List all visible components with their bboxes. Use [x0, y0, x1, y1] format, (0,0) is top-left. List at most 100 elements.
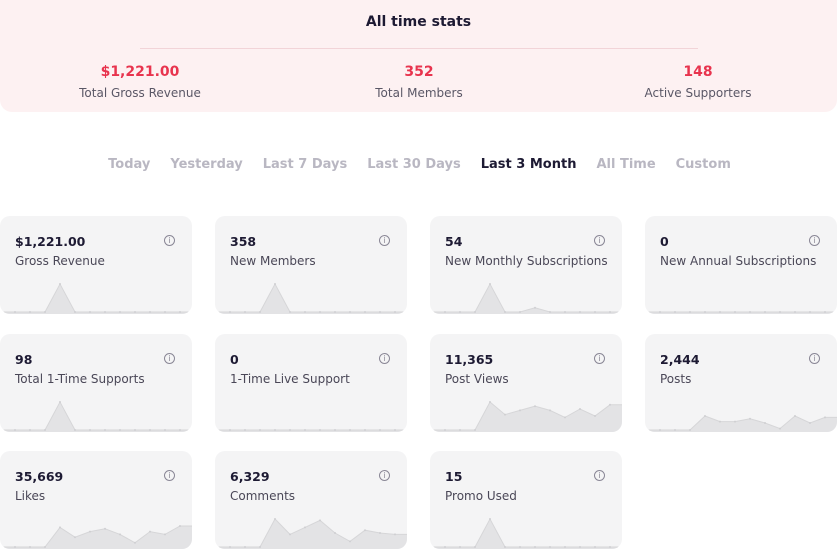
- sparkline-point: [349, 311, 351, 313]
- sparkline-point: [704, 415, 706, 417]
- info-icon[interactable]: i: [164, 235, 175, 246]
- card-value: 98: [15, 352, 33, 367]
- sparkline-point: [44, 311, 46, 313]
- sparkline-point: [734, 420, 736, 423]
- card-value: $1,221.00: [15, 234, 86, 249]
- card-value: 15: [445, 469, 463, 484]
- sparkline-point: [149, 311, 151, 313]
- sparkline-point: [809, 422, 811, 424]
- sparkline-line: [430, 517, 622, 548]
- info-icon[interactable]: i: [379, 470, 390, 481]
- sparkline-point: [609, 546, 611, 548]
- filter-all-time[interactable]: All Time: [586, 157, 665, 172]
- sparkline-point: [44, 546, 46, 548]
- card-value: 2,444: [660, 352, 700, 367]
- card-label: Total 1-Time Supports: [15, 372, 145, 386]
- info-icon[interactable]: i: [164, 353, 175, 364]
- sparkline-chart: [215, 429, 407, 432]
- info-icon[interactable]: i: [809, 353, 820, 364]
- sparkline-point: [229, 311, 231, 313]
- sparkline-point: [549, 546, 551, 548]
- sparkline-point: [119, 533, 121, 536]
- info-icon[interactable]: i: [594, 470, 605, 481]
- sparkline-point: [259, 311, 261, 313]
- sparkline-point: [319, 429, 321, 431]
- stat-card-comments[interactable]: 6,329 Comments i: [215, 451, 407, 549]
- filter-last-30-days[interactable]: Last 30 Days: [357, 157, 471, 172]
- sparkline-chart: [0, 282, 192, 314]
- sparkline-chart: [0, 525, 192, 549]
- sparkline-point: [659, 429, 661, 431]
- sparkline-point: [674, 429, 676, 431]
- sparkline-point: [504, 311, 506, 313]
- card-value: 358: [230, 234, 257, 249]
- sparkline-point: [474, 429, 476, 431]
- sparkline-point: [579, 311, 581, 313]
- sparkline-point: [749, 311, 751, 313]
- sparkline-point: [14, 429, 16, 431]
- stat-card-post-views[interactable]: 11,365 Post Views i: [430, 334, 622, 432]
- filter-today[interactable]: Today: [98, 157, 160, 172]
- sparkline-point: [719, 311, 721, 313]
- card-label: Promo Used: [445, 489, 517, 503]
- sparkline-point: [579, 546, 581, 548]
- sparkline-point: [809, 311, 811, 313]
- stat-card-new-monthly-subscriptions[interactable]: 54 New Monthly Subscriptions i: [430, 216, 622, 314]
- stat-card-1-time-live-support[interactable]: 0 1-Time Live Support i: [215, 334, 407, 432]
- info-icon[interactable]: i: [594, 353, 605, 364]
- sparkline-point: [134, 311, 136, 313]
- filter-custom[interactable]: Custom: [666, 157, 741, 172]
- stat-card-new-members[interactable]: 358 New Members i: [215, 216, 407, 314]
- sparkline-point: [74, 536, 76, 539]
- sparkline-point: [719, 420, 721, 423]
- sparkline-point: [594, 415, 596, 417]
- info-icon[interactable]: i: [164, 470, 175, 481]
- sparkline-point: [134, 429, 136, 431]
- stat-total-members: 352 Total Members: [319, 64, 519, 100]
- sparkline-point: [549, 311, 551, 313]
- stat-card-gross-revenue[interactable]: $1,221.00 Gross Revenue i: [0, 216, 192, 314]
- sparkline-point: [519, 409, 521, 412]
- sparkline-point: [74, 311, 76, 313]
- sparkline-point: [119, 311, 121, 313]
- sparkline-point: [59, 283, 61, 285]
- sparkline-point: [364, 429, 366, 431]
- stat-card-likes[interactable]: 35,669 Likes i: [0, 451, 192, 549]
- sparkline-area: [215, 284, 407, 314]
- sparkline-line: [0, 282, 192, 313]
- stat-value: 148: [683, 64, 713, 80]
- sparkline-point: [74, 429, 76, 431]
- sparkline-point: [689, 429, 691, 431]
- sparkline-point: [534, 405, 536, 408]
- filter-last-3-month[interactable]: Last 3 Month: [471, 157, 587, 172]
- sparkline-point: [689, 311, 691, 313]
- stat-card-new-annual-subscriptions[interactable]: 0 New Annual Subscriptions i: [645, 216, 837, 314]
- sparkline-chart: [645, 415, 837, 432]
- sparkline-point: [164, 311, 166, 313]
- filter-last-7-days[interactable]: Last 7 Days: [253, 157, 357, 172]
- sparkline-point: [104, 429, 106, 431]
- filter-yesterday[interactable]: Yesterday: [160, 157, 252, 172]
- sparkline-point: [394, 533, 396, 536]
- stat-label: Active Supporters: [644, 86, 752, 100]
- sparkline-point: [104, 527, 106, 530]
- info-icon[interactable]: i: [594, 235, 605, 246]
- sparkline-line: [215, 282, 407, 313]
- stat-card-promo-used[interactable]: 15 Promo Used i: [430, 451, 622, 549]
- card-label: Comments: [230, 489, 296, 503]
- stat-card-total-1-time-supports[interactable]: 98 Total 1-Time Supports i: [0, 334, 192, 432]
- stat-card-posts[interactable]: 2,444 Posts i: [645, 334, 837, 432]
- stat-label: Total Gross Revenue: [79, 86, 201, 100]
- stat-label: Total Members: [375, 86, 463, 100]
- sparkline-point: [504, 413, 506, 416]
- sparkline-point: [289, 429, 291, 431]
- info-icon[interactable]: i: [379, 353, 390, 364]
- sparkline-point: [59, 526, 61, 529]
- sparkline-point: [594, 546, 596, 548]
- sparkline-chart: [0, 400, 192, 432]
- info-icon[interactable]: i: [379, 235, 390, 246]
- sparkline-point: [489, 518, 491, 520]
- info-icon[interactable]: i: [809, 235, 820, 246]
- sparkline-point: [794, 415, 796, 417]
- sparkline-point: [304, 526, 306, 529]
